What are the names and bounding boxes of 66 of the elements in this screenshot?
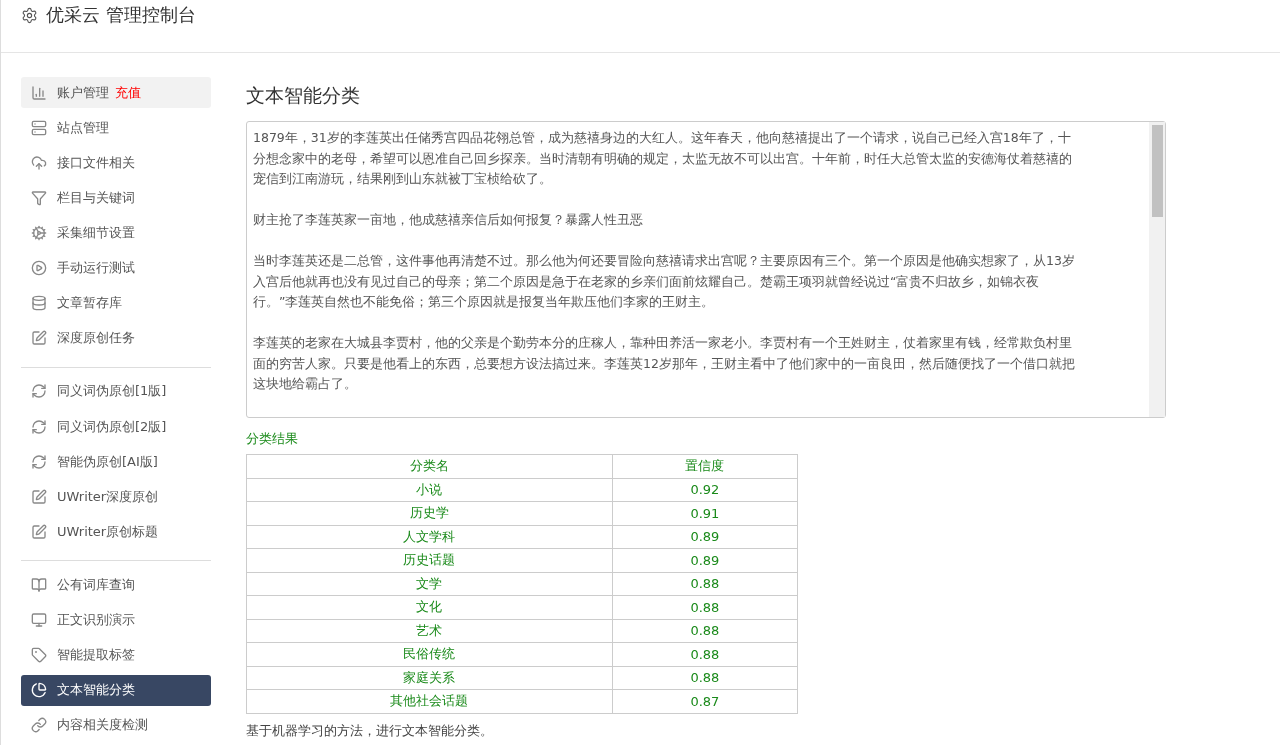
table-cell: 历史话题 bbox=[246, 548, 613, 572]
table-cell: 民俗传统 bbox=[246, 642, 613, 666]
table-cell: 0.91 bbox=[612, 501, 798, 525]
table-cell: 0.92 bbox=[612, 478, 798, 502]
table-cell: 人文学科 bbox=[246, 525, 613, 549]
settings-icon bbox=[21, 6, 38, 24]
table-cell: 0.89 bbox=[612, 525, 798, 549]
sidebar-item[interactable]: 公有词库查询 bbox=[21, 569, 211, 601]
table-cell: 历史学 bbox=[246, 501, 613, 525]
table-cell: 0.88 bbox=[612, 619, 798, 643]
pie-chart-icon bbox=[31, 682, 47, 699]
tag-icon bbox=[31, 647, 47, 664]
refresh-icon bbox=[31, 418, 47, 435]
table-cell: 0.89 bbox=[612, 548, 798, 572]
sidebar-item[interactable]: 智能提取标签 bbox=[21, 639, 211, 671]
table-cell: 0.88 bbox=[612, 642, 798, 666]
sidebar-item[interactable]: 接口文件相关 bbox=[21, 147, 211, 179]
table-cell: 0.87 bbox=[612, 689, 798, 713]
sidebar-item[interactable]: 智能伪原创[AI版] bbox=[21, 446, 211, 478]
filter-icon bbox=[31, 189, 47, 206]
cloud-upload-icon bbox=[31, 154, 47, 171]
sidebar-item[interactable]: 同义词伪原创[1版] bbox=[21, 375, 211, 407]
sidebar-item[interactable]: 正文识别演示 bbox=[21, 604, 211, 636]
sidebar-item[interactable]: 内容相关度检测 bbox=[21, 709, 211, 741]
page-title: 文本智能分类 bbox=[246, 83, 361, 108]
book-icon bbox=[31, 576, 47, 593]
sidebar-item[interactable]: 同义词伪原创[2版] bbox=[21, 410, 211, 443]
sidebar-item[interactable]: 深度原创任务 bbox=[21, 322, 211, 354]
text-area[interactable]: 1879年，31岁的李莲英出任储秀宫四品花翎总管，成为慈禧身边的大红人。这年春天，他向慈禧提出了一个请求，说自己已经入宫18年了，十 分想念家中的老母，希望可以恩准自己回乡探亲。当时清朝有明确的规定，太监无故不可以出宫。十年前，时任大总管太监的安德海仗着慈禧的 宠信到江南游玩，结果刚到山东就被丁宝桢给砍了。 财主抢了李莲英家一亩地，他成慈禧亲信后如何报复？暴露人性丑恶 当时李莲英还是二总管，这件事他再清楚不过。那么他为何还要冒险向慈禧请求出宫呢？主要原因有三个。第一个原因是他确实想家了，从13岁 入宫后他就再也没有见过自己的母亲；第二个原因是急于在老家的乡亲们面前炫耀自己。楚霸王项羽就曾经说过“富贵不归故乡，如锦衣夜 行。”李莲英自然也不能免俗；第三个原因就是报复当年欺压他们李家的王财主。 李莲英的老家在大城县李贾村，他的父亲是个勤劳本分的庄稼人，靠种田养活一家老小。李贾村有一个王姓财主，仗着家里有钱，经常欺负村里 面的穷苦人家。只要是他看上的东西，总要想方设法搞过来。李莲英12岁那年，王财主看中了他们家中的一亩良田，然后随便找了一个借口就把 这块地给霸占了。 bbox=[246, 121, 1166, 418]
edit-icon bbox=[31, 488, 47, 505]
sidebar-item[interactable]: UWriter原创标题 bbox=[21, 516, 211, 548]
scrollbar[interactable] bbox=[1149, 122, 1165, 417]
table-cell: 其他社会话题 bbox=[246, 689, 613, 713]
table-cell: 0.88 bbox=[612, 572, 798, 596]
server-icon bbox=[31, 119, 47, 136]
sidebar-item[interactable]: 手动运行测试 bbox=[21, 252, 211, 284]
sidebar-item[interactable]: 文本智能分类 bbox=[21, 674, 211, 706]
edit-icon bbox=[31, 523, 47, 540]
play-icon bbox=[31, 260, 47, 277]
sidebar-item[interactable]: 文章暂存库 bbox=[21, 287, 211, 319]
app-title: 优采云 管理控制台 bbox=[46, 3, 196, 27]
table-cell: 小说 bbox=[246, 478, 613, 502]
monitor-icon bbox=[31, 612, 47, 628]
database-icon bbox=[31, 295, 47, 312]
sidebar-item[interactable]: 账户管理 充值 bbox=[21, 77, 211, 109]
column-header: 置信度 bbox=[612, 454, 798, 478]
edit-icon bbox=[31, 330, 47, 347]
table-cell: 文学 bbox=[246, 572, 613, 596]
bar-chart-icon bbox=[31, 84, 47, 101]
sidebar-item[interactable]: 栏目与关键词 bbox=[21, 182, 211, 214]
link-icon bbox=[31, 717, 47, 734]
table-cell: 家庭关系 bbox=[246, 666, 613, 690]
refresh-icon bbox=[31, 453, 47, 470]
table-cell: 艺术 bbox=[246, 619, 613, 643]
sidebar-item[interactable]: UWriter深度原创 bbox=[21, 481, 211, 513]
table-cell: 文化 bbox=[246, 595, 613, 619]
sidebar-item[interactable]: 采集细节设置 bbox=[21, 217, 211, 249]
gears-icon bbox=[31, 225, 47, 241]
sidebar-item[interactable]: 站点管理 bbox=[21, 112, 211, 144]
table-cell: 0.88 bbox=[612, 595, 798, 619]
table-cell: 0.88 bbox=[612, 666, 798, 690]
result-label: 分类结果 bbox=[246, 430, 299, 448]
description-text: 基于机器学习的方法，进行文本智能分类。 bbox=[246, 721, 494, 740]
column-header: 分类名 bbox=[246, 454, 613, 478]
refresh-icon bbox=[31, 383, 47, 400]
recharge-link[interactable]: 充值 bbox=[115, 83, 141, 102]
